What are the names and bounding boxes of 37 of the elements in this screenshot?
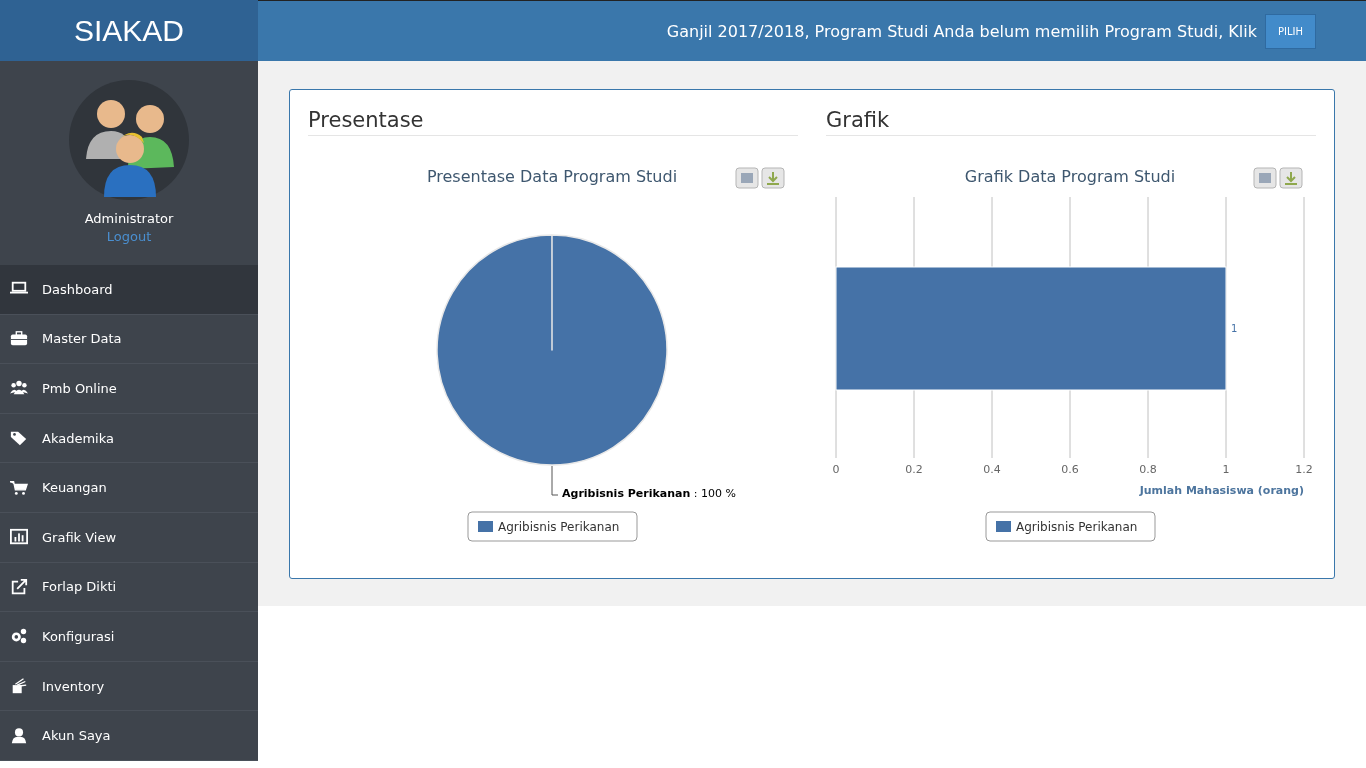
- axis-tick-label: 0.4: [983, 463, 1001, 476]
- axis-tick-label: 0.6: [1061, 463, 1079, 476]
- print-button[interactable]: [735, 167, 759, 189]
- chart-title: Grafik Data Program Studi: [964, 167, 1176, 186]
- axis-title: Jumlah Mahasiswa (orang): [1139, 484, 1304, 497]
- menu-icon: [10, 478, 28, 497]
- axis-tick-label: 1: [1222, 463, 1230, 476]
- user-name: Administrator: [84, 211, 174, 226]
- axis-tick-label: 0.8: [1139, 463, 1157, 476]
- menu-icon: [10, 627, 28, 646]
- download-button[interactable]: [761, 167, 785, 189]
- axis-tick-label: 0.2: [905, 463, 923, 476]
- download-button[interactable]: [1279, 167, 1303, 189]
- data-label: 1: [1231, 323, 1238, 334]
- sidebar-item[interactable]: Dashboard: [0, 265, 258, 315]
- legend-item[interactable]: Agribisnis Perikanan: [985, 511, 1156, 542]
- menu-icon: [10, 528, 28, 547]
- leader-line: [551, 465, 559, 496]
- menu-icon: [10, 577, 28, 596]
- legend-item[interactable]: Agribisnis Perikanan: [467, 511, 638, 542]
- brand-logo[interactable]: SIAKAD: [0, 0, 258, 61]
- legend-label: Agribisnis Perikanan: [498, 520, 620, 534]
- pilih-button[interactable]: PILIH: [1264, 13, 1316, 49]
- menu-icon: [10, 329, 28, 348]
- menu-icon: [10, 677, 28, 696]
- avatar-icon: [68, 79, 190, 201]
- data-label: Agribisnis Perikanan : 100 %: [562, 487, 736, 500]
- notice-text: Ganjil 2017/2018, Program Studi Anda belum memilih Program Studi, Klik: [666, 21, 1257, 41]
- print-button[interactable]: [1253, 167, 1277, 189]
- menu-icon: [10, 726, 28, 745]
- section-heading: Presentase: [308, 108, 798, 136]
- axis-tick-label: 1.2: [1295, 463, 1313, 476]
- axis-tick-label: 0: [832, 463, 840, 476]
- section-heading: Grafik: [826, 108, 1316, 136]
- legend-label: Agribisnis Perikanan: [1016, 520, 1138, 534]
- chart-title: Presentase Data Program Studi: [426, 167, 678, 186]
- menu-icon: [10, 429, 28, 448]
